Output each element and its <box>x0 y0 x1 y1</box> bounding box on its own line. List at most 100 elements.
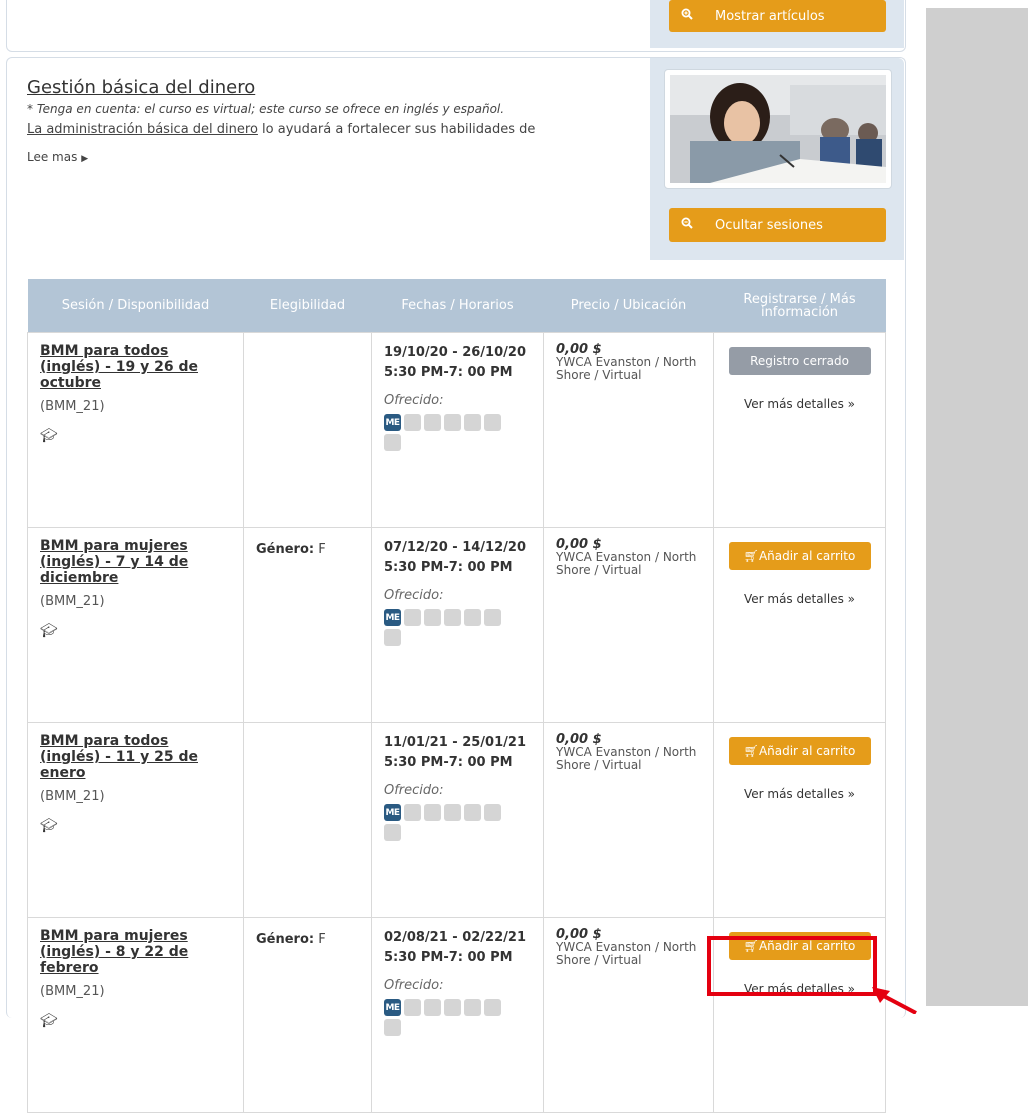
header-eligibility: Elegibilidad <box>243 279 372 333</box>
zoom-out-icon <box>681 217 693 233</box>
session-cell: BMM para todos (inglés) - 19 y 26 de oct… <box>27 332 244 528</box>
eligibility-label: Género: <box>256 932 315 947</box>
course-note: * Tenga en cuenta: el curso es virtual; … <box>27 102 505 116</box>
graduation-cap-icon: 🎓︎ <box>40 1013 58 1029</box>
course-description-link[interactable]: La administración básica del dinero <box>27 122 258 137</box>
course-title[interactable]: Gestión básica del dinero <box>27 77 255 98</box>
session-title-link[interactable]: BMM para mujeres (inglés) - 8 y 22 de fe… <box>40 928 231 976</box>
weekday-indicators: ME <box>384 804 514 841</box>
day-wednesday-badge: ME <box>384 414 401 431</box>
table-row: BMM para mujeres (inglés) - 7 y 14 de di… <box>27 527 886 723</box>
session-code: (BMM_21) <box>40 594 105 609</box>
read-more-link[interactable]: Lee mas ▶ <box>27 150 88 164</box>
course-description: La administración básica del dinero lo a… <box>27 122 535 137</box>
add-to-cart-button[interactable]: 🛒︎Añadir al carrito <box>728 737 871 765</box>
show-items-button[interactable]: Mostrar artículos <box>669 0 886 32</box>
read-more-label: Lee mas <box>27 150 78 164</box>
day-badge <box>484 414 501 431</box>
session-dates: 19/10/20 - 26/10/20 <box>384 345 526 360</box>
offered-label: Ofrecido: <box>384 978 444 993</box>
session-code: (BMM_21) <box>40 399 105 414</box>
add-to-cart-button[interactable]: 🛒︎Añadir al carrito <box>728 542 871 570</box>
header-register: Registrarse / Más información <box>713 279 886 333</box>
cart-icon: 🛒︎ <box>743 549 759 563</box>
session-time: 5:30 PM-7: 00 PM <box>384 950 513 965</box>
day-badge <box>484 999 501 1016</box>
table-row: BMM para todos (inglés) - 11 y 25 de ene… <box>27 722 886 918</box>
more-details-link[interactable]: Ver más detalles » <box>726 787 873 801</box>
session-dates: 11/01/21 - 25/01/21 <box>384 735 526 750</box>
session-title-link[interactable]: BMM para mujeres (inglés) - 7 y 14 de di… <box>40 538 231 586</box>
session-location: YWCA Evanston / North Shore / Virtual <box>556 940 697 967</box>
zoom-in-icon <box>681 8 693 24</box>
day-badge <box>484 804 501 821</box>
header-price: Precio / Ubicación <box>543 279 714 333</box>
offered-label: Ofrecido: <box>384 393 444 408</box>
price-cell: 0,00 $ YWCA Evanston / North Shore / Vir… <box>543 722 714 918</box>
course-description-text: lo ayudará a fortalecer sus habilidades … <box>257 122 536 137</box>
day-badge <box>384 434 401 451</box>
session-time: 5:30 PM-7: 00 PM <box>384 560 513 575</box>
dates-cell: 19/10/20 - 26/10/20 5:30 PM-7: 00 PM Ofr… <box>371 332 544 528</box>
eligibility-cell: Género: F <box>243 527 372 723</box>
day-wednesday-badge: ME <box>384 999 401 1016</box>
session-dates: 07/12/20 - 14/12/20 <box>384 540 526 555</box>
session-title-link[interactable]: BMM para todos (inglés) - 11 y 25 de ene… <box>40 733 231 781</box>
day-badge <box>384 1019 401 1036</box>
more-details-link[interactable]: Ver más detalles » <box>726 397 873 411</box>
day-badge <box>384 629 401 646</box>
session-location: YWCA Evanston / North Shore / Virtual <box>556 355 697 382</box>
register-cell: 🛒︎Añadir al carrito Ver más detalles » <box>713 527 886 723</box>
register-cell: Registro cerrado Ver más detalles » <box>713 332 886 528</box>
day-badge <box>404 804 421 821</box>
weekday-indicators: ME <box>384 999 514 1036</box>
price-cell: 0,00 $ YWCA Evanston / North Shore / Vir… <box>543 527 714 723</box>
caret-right-icon: ▶ <box>81 154 89 164</box>
day-badge <box>424 414 441 431</box>
course-photo <box>664 69 892 189</box>
hide-sessions-label: Ocultar sesiones <box>715 217 823 233</box>
registration-closed-button[interactable]: Registro cerrado <box>728 347 871 375</box>
day-badge <box>424 999 441 1016</box>
session-location: YWCA Evanston / North Shore / Virtual <box>556 745 697 772</box>
cart-icon: 🛒︎ <box>743 744 759 758</box>
header-session: Sesión / Disponibilidad <box>27 279 244 333</box>
table-header-row: Sesión / Disponibilidad Elegibilidad Fec… <box>27 279 886 333</box>
weekday-indicators: ME <box>384 414 514 451</box>
eligibility-cell: Género: F <box>243 917 372 1113</box>
session-time: 5:30 PM-7: 00 PM <box>384 365 513 380</box>
table-row: BMM para todos (inglés) - 19 y 26 de oct… <box>27 332 886 528</box>
graduation-cap-icon: 🎓︎ <box>40 818 58 834</box>
register-cell: 🛒︎Añadir al carrito Ver más detalles » <box>713 722 886 918</box>
day-badge <box>444 999 461 1016</box>
session-time: 5:30 PM-7: 00 PM <box>384 755 513 770</box>
day-wednesday-badge: ME <box>384 804 401 821</box>
session-cell: BMM para todos (inglés) - 11 y 25 de ene… <box>27 722 244 918</box>
header-dates: Fechas / Horarios <box>371 279 544 333</box>
add-to-cart-label: Añadir al carrito <box>758 549 856 563</box>
session-dates: 02/08/21 - 02/22/21 <box>384 930 526 945</box>
day-badge <box>464 804 481 821</box>
day-badge <box>464 609 481 626</box>
day-badge <box>404 999 421 1016</box>
hide-sessions-button[interactable]: Ocultar sesiones <box>669 208 886 242</box>
eligibility-value: F <box>314 932 326 947</box>
session-cell: BMM para mujeres (inglés) - 7 y 14 de di… <box>27 527 244 723</box>
session-code: (BMM_21) <box>40 984 105 999</box>
eligibility-cell <box>243 722 372 918</box>
day-wednesday-badge: ME <box>384 609 401 626</box>
price-cell: 0,00 $ YWCA Evanston / North Shore / Vir… <box>543 332 714 528</box>
day-badge <box>384 824 401 841</box>
session-title-link[interactable]: BMM para todos (inglés) - 19 y 26 de oct… <box>40 343 231 391</box>
graduation-cap-icon: 🎓︎ <box>40 428 58 444</box>
session-cell: BMM para mujeres (inglés) - 8 y 22 de fe… <box>27 917 244 1113</box>
annotation-highlight-box <box>707 936 877 996</box>
offered-label: Ofrecido: <box>384 588 444 603</box>
weekday-indicators: ME <box>384 609 514 646</box>
day-badge <box>444 414 461 431</box>
session-location: YWCA Evanston / North Shore / Virtual <box>556 550 697 577</box>
more-details-link[interactable]: Ver más detalles » <box>726 592 873 606</box>
day-badge <box>464 999 481 1016</box>
eligibility-cell <box>243 332 372 528</box>
graduation-cap-icon: 🎓︎ <box>40 623 58 639</box>
